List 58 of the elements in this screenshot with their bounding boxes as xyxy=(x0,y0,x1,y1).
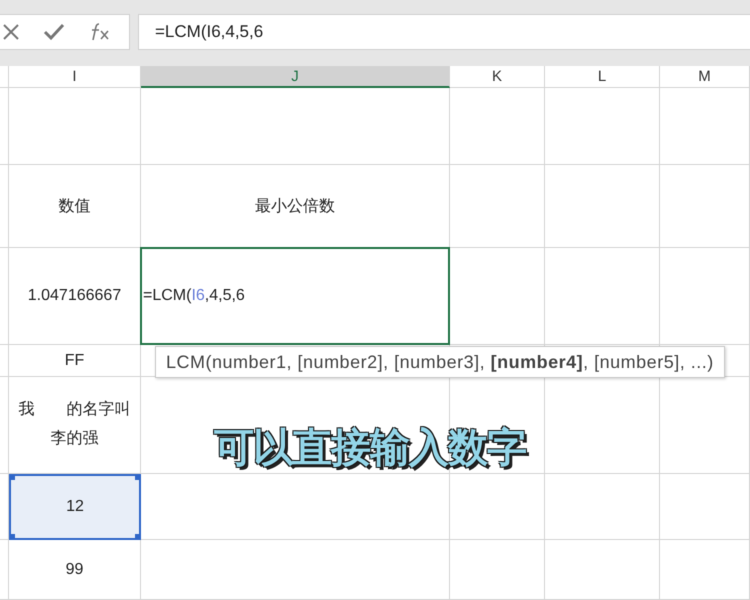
formula-field[interactable]: =LCM(I6,4,5,6 xyxy=(138,14,750,50)
function-tooltip: LCM(number1, [number2], [number3], [number4], [number5], ...) xyxy=(155,346,725,378)
referenced-cell[interactable]: 12 xyxy=(9,474,141,540)
column-header[interactable]: J xyxy=(141,66,450,88)
grid-cell[interactable] xyxy=(9,88,141,165)
row-header[interactable] xyxy=(0,345,9,377)
grid-cell[interactable] xyxy=(545,474,660,540)
grid-cell[interactable] xyxy=(450,540,545,600)
selection-handle[interactable] xyxy=(9,534,15,540)
row-header[interactable] xyxy=(0,88,9,165)
grid-cell[interactable]: 我 的名字叫 李的强 xyxy=(9,377,141,474)
caption-text: 可以直接输入数字 xyxy=(214,424,526,473)
row-header[interactable] xyxy=(0,165,9,248)
column-header[interactable]: I xyxy=(9,66,141,88)
grid-cell[interactable] xyxy=(660,377,750,474)
row-header[interactable] xyxy=(0,248,9,345)
row-header[interactable] xyxy=(0,540,9,600)
grid-cell[interactable] xyxy=(660,165,750,248)
cell-text: 最小公倍数 xyxy=(255,196,335,216)
grid-cell[interactable] xyxy=(450,248,545,345)
row-header[interactable] xyxy=(0,377,9,474)
column-header[interactable]: L xyxy=(545,66,660,88)
editing-cell[interactable]: =LCM(I6,4,5,6 xyxy=(140,247,450,345)
grid-cell[interactable] xyxy=(545,377,660,474)
grid-cell[interactable] xyxy=(141,540,450,600)
column-header[interactable]: K xyxy=(450,66,545,88)
grid-cell[interactable] xyxy=(545,165,660,248)
cell-text: 我 的名字叫 李的强 xyxy=(18,400,130,449)
function-icon[interactable] xyxy=(89,22,112,42)
selection-handle[interactable] xyxy=(9,474,15,480)
selection-handle[interactable] xyxy=(135,474,141,480)
grid-cell[interactable]: 数值 xyxy=(9,165,141,248)
grid-cell[interactable] xyxy=(141,474,450,540)
grid-cell[interactable] xyxy=(545,88,660,165)
cell-text: FF xyxy=(64,352,84,370)
row-header[interactable] xyxy=(0,474,9,540)
cell-text: 数值 xyxy=(58,196,90,216)
grid-cell[interactable]: FF xyxy=(9,345,141,377)
selection-handle[interactable] xyxy=(135,534,141,540)
checkmark-icon[interactable] xyxy=(43,23,66,41)
grid-cell[interactable]: 99 xyxy=(9,540,141,600)
grid-cell[interactable] xyxy=(660,248,750,345)
formula-text: =LCM(I6,4,5,6 xyxy=(143,287,245,305)
grid-cell[interactable] xyxy=(660,474,750,540)
grid-cell[interactable] xyxy=(545,540,660,600)
grid-cell[interactable] xyxy=(141,88,450,165)
grid-cell[interactable] xyxy=(450,165,545,248)
grid-cell[interactable] xyxy=(450,88,545,165)
close-icon[interactable] xyxy=(2,23,20,41)
grid-cell[interactable] xyxy=(660,88,750,165)
cell-text: 1.047166667 xyxy=(28,287,122,305)
grid-cell[interactable] xyxy=(545,248,660,345)
column-header[interactable]: M xyxy=(660,66,750,88)
select-all-corner[interactable] xyxy=(0,66,9,88)
cell-text: 99 xyxy=(66,560,84,578)
cell-text: 12 xyxy=(66,498,84,516)
grid-cell[interactable] xyxy=(660,540,750,600)
grid-cell[interactable] xyxy=(450,474,545,540)
